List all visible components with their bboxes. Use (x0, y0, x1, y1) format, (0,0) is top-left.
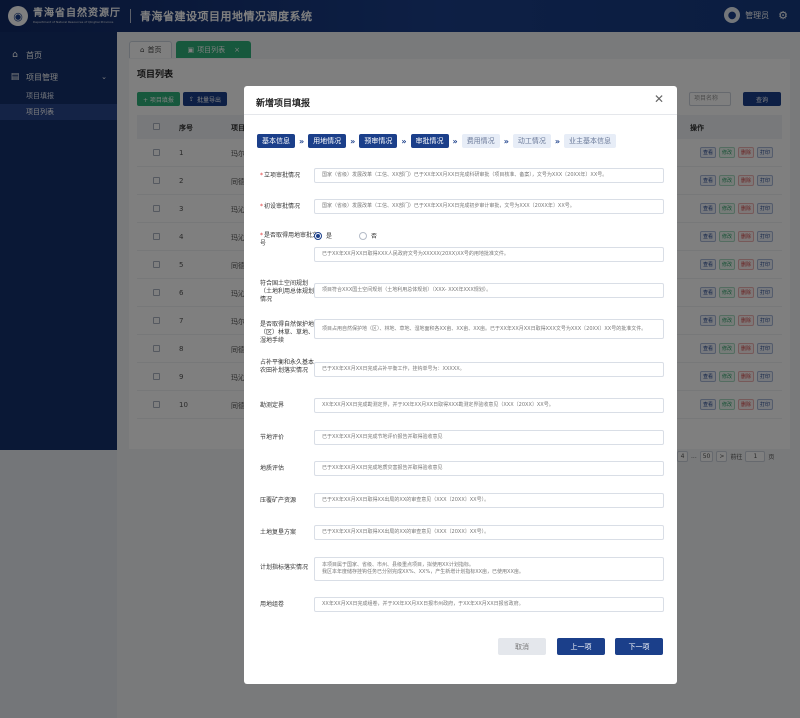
reclaim-label: 土地复垦方案 (260, 529, 297, 536)
radio-no-label: 否 (371, 233, 378, 240)
radio-no[interactable]: 否 (359, 231, 377, 240)
next-step-button[interactable]: 下一项 (615, 638, 663, 655)
geo-input[interactable]: 已于XX年XX月XX日完成地质灾害报告并取得验收意见 (314, 461, 664, 476)
balance-label: 占补平衡和永久基本农田补划落实情况 (260, 359, 315, 374)
step-arrow-icon: » (452, 136, 458, 146)
step-arrow-icon: » (554, 136, 561, 146)
approval-input[interactable]: 国家（省级）发展改革（工信、XX部门）已于XX年XX月XX日完成科研审批（项目核… (314, 168, 664, 183)
cancel-button[interactable]: 取消 (498, 638, 546, 655)
quota-line-2: 我区本年度储存挂钩任务已分别完成XX%、XX%，产生新增计划指标XX亩，已使用X… (322, 569, 524, 575)
step-owner-info[interactable]: 业主基本信息 (564, 134, 617, 148)
step-land-use[interactable]: 用地情况 (308, 134, 347, 148)
land-group-label: 用地组卷 (260, 601, 285, 608)
modal-title: 新增项目填报 (256, 99, 311, 109)
land-approval-label: *是否取得用地审批文号 (260, 232, 319, 247)
nature-reserve-input[interactable]: 项目占用自然保护地（区）、林地、草地、湿地面积各XX亩、XX亩、XX亩。已于XX… (314, 319, 664, 339)
mineral-label: 压覆矿产资源 (260, 497, 297, 504)
step-bar: 基本信息 » 用地情况 » 预审情况 » 审批情况 » 费用情况 » 动工情况 … (257, 134, 617, 148)
design-input[interactable]: 国家（省级）发展改革（工信、XX部门）已于XX年XX月XX日完成初步审计审批，文… (314, 199, 664, 214)
close-icon[interactable]: ✕ (654, 92, 664, 106)
geo-label: 地质评估 (260, 465, 285, 472)
step-arrow-icon: » (503, 136, 509, 146)
radio-no-dot[interactable] (359, 231, 367, 240)
quota-line-1: 本项目属于国家、省级、市州、县级重点项目，拟使用XX计划指标。 (322, 562, 474, 568)
step-arrow-icon: » (350, 136, 356, 146)
survey-label: 勘测定界 (260, 402, 285, 409)
quota-label: 计划指标落实情况 (260, 564, 309, 571)
mineral-input[interactable]: 已于XX年XX月XX日取得XX出局的XX的审查意见（XXX〔20XX〕XX号）。 (314, 493, 664, 508)
land-saving-label: 节地评价 (260, 434, 285, 441)
radio-yes-dot[interactable] (314, 231, 322, 240)
land-approval-input[interactable]: 已于XX年XX月XX日取得XXX人民政府文号为XXXXX(20XX)XX号的用地… (314, 247, 664, 262)
radio-yes[interactable]: 是 (314, 231, 332, 240)
land-group-input[interactable]: XX年XX月XX日完成组卷，并于XX年XX月XX日报市州政府，于XX年XX月XX… (314, 597, 664, 612)
modal-divider (244, 114, 677, 115)
prev-step-button[interactable]: 上一项 (557, 638, 605, 655)
survey-input[interactable]: XX年XX月XX日完成勘测定界，并于XX年XX月XX日取得XXX勘测定界验收意见… (314, 398, 664, 413)
add-project-modal: 新增项目填报 ✕ 基本信息 » 用地情况 » 预审情况 » 审批情况 » 费用情… (244, 86, 677, 684)
balance-input[interactable]: 已于XX年XX月XX日完成占补平衡工作，挂钩单号为：XXXXX。 (314, 362, 664, 377)
step-basic-info[interactable]: 基本信息 (257, 134, 295, 148)
step-approval[interactable]: 审批情况 (410, 134, 449, 148)
land-saving-input[interactable]: 已于XX年XX月XX日完成节地评价报告并取得验收意见 (314, 430, 664, 445)
nature-reserve-label: 是否取得自然保护地（区）林草、草地、湿地手续 (260, 321, 315, 344)
approval-label: *立项审批情况 (260, 172, 301, 179)
spatial-plan-label: 符合国土空间规划（土地利用总体规划）情况 (260, 280, 318, 303)
reclaim-input[interactable]: 已于XX年XX月XX日取得XX出局的XX的审查意见（XXX〔20XX〕XX号）。 (314, 525, 664, 540)
step-pre-review[interactable]: 预审情况 (359, 134, 398, 148)
step-construction[interactable]: 动工情况 (512, 134, 551, 148)
spatial-plan-input[interactable]: 项目符合XXX国土空间规划（土地利用总体规划）（XXX- XXX年XXX规划）。 (314, 283, 664, 298)
step-fees[interactable]: 费用情况 (461, 134, 500, 148)
design-label: *初设审批情况 (260, 203, 301, 210)
step-arrow-icon: » (299, 136, 305, 146)
step-arrow-icon: » (401, 136, 407, 146)
radio-yes-label: 是 (326, 233, 333, 240)
quota-input[interactable]: 本项目属于国家、省级、市州、县级重点项目，拟使用XX计划指标。 我区本年度储存挂… (314, 557, 664, 581)
